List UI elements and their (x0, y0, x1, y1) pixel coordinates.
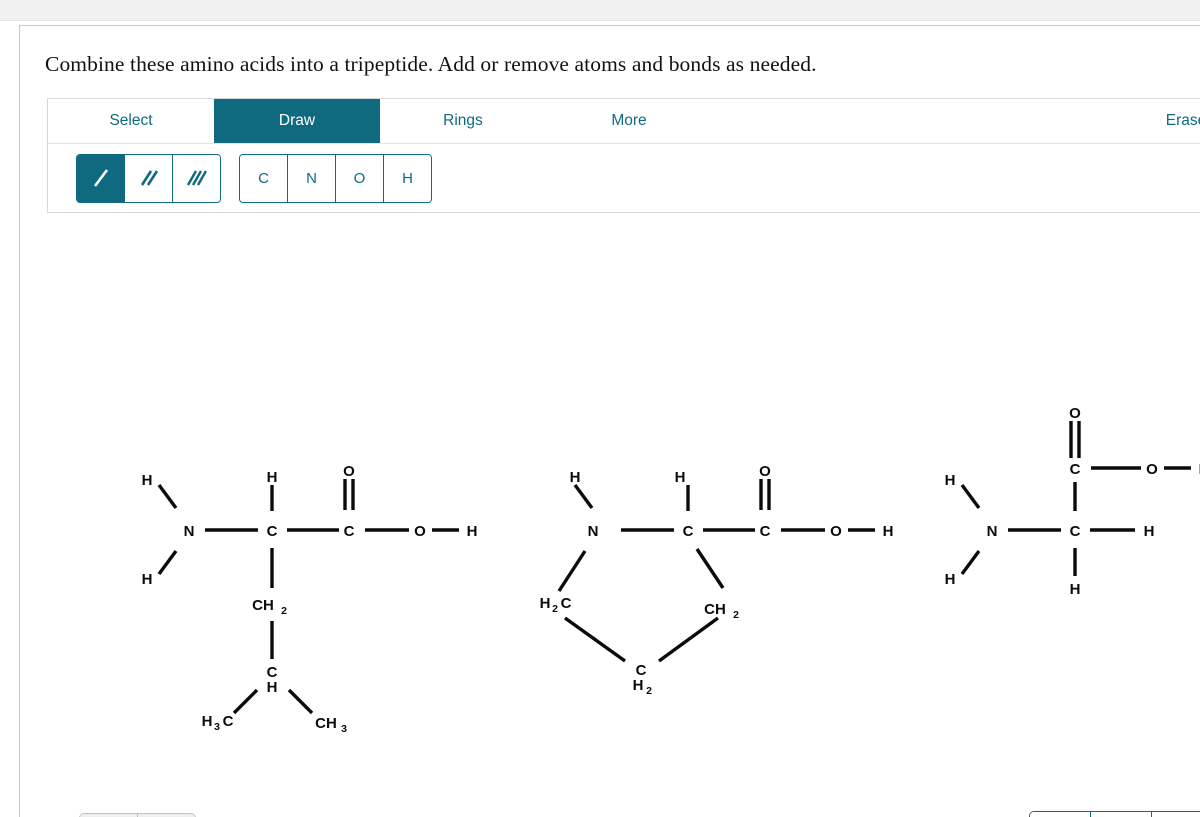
atom-label-n-h-top: H (142, 472, 153, 489)
atom-label-alpha-c: C (267, 523, 278, 540)
element-tool-group: C N O H (239, 153, 432, 203)
atom-label-pro-hydroxyl-o: O (830, 523, 842, 540)
bond-pro-ringleft-ringbottom (564, 616, 626, 663)
atom-label-pro-n-h: H (570, 469, 581, 486)
molecule-drawing-area: H H N H C O C O H CH 2 C H H 3 C CH 3 H … (142, 405, 1200, 735)
tab-select[interactable]: Select (48, 99, 214, 143)
toolbar-tabs: Select Draw Rings More Erase (48, 99, 1200, 144)
tab-erase[interactable]: Erase (1111, 99, 1200, 143)
svg-text:CH: CH (315, 715, 337, 732)
atom-label-gly-hydroxyl-o: O (1146, 461, 1158, 478)
atom-label-pro-hydroxyl-h: H (883, 523, 894, 540)
svg-text:H: H (540, 595, 551, 612)
history-toolbar (79, 813, 196, 817)
atom-label-gly-n-h-top: H (945, 472, 956, 489)
atom-label-carbonyl-c: C (344, 523, 355, 540)
atom-label-gly-alpha-h-bottom: H (1070, 581, 1081, 598)
svg-text:3: 3 (341, 723, 347, 735)
atom-label-methyl-left: H 3 C (202, 713, 234, 733)
atom-label-gly-n-h-bottom: H (945, 571, 956, 588)
svg-text:CH: CH (704, 601, 726, 618)
atom-label-gly-alpha-h-right: H (1144, 523, 1155, 540)
element-button-n[interactable]: N (288, 154, 336, 202)
atom-label-gly-n: N (987, 523, 998, 540)
bond-n-h-top (157, 483, 178, 510)
svg-text:2: 2 (552, 603, 558, 615)
bond-gly-n-h-top (960, 483, 981, 510)
double-bond-icon (140, 170, 158, 186)
svg-text:H: H (202, 713, 213, 730)
reset-view-button[interactable] (1091, 812, 1152, 817)
triple-bond-icon (186, 170, 207, 186)
drawing-toolbar: Select Draw Rings More Erase (47, 98, 1200, 213)
svg-text:2: 2 (281, 605, 287, 617)
atom-label-pro-n: N (588, 523, 599, 540)
bond-pro-ringright-ringbottom (657, 616, 720, 663)
element-button-c[interactable]: C (240, 154, 288, 202)
tab-draw[interactable]: Draw (214, 99, 380, 143)
toolbar-tools: C N O H Atom Decorations (48, 144, 1200, 212)
atom-label-side-c-h: H (267, 679, 278, 696)
top-strip-divider (0, 20, 1200, 21)
atom-label-carbonyl-o: O (343, 463, 355, 480)
atom-label-pro-carbonyl-c: C (760, 523, 771, 540)
atom-label-hydroxyl-h: H (467, 523, 478, 540)
double-bond-button[interactable] (125, 154, 173, 202)
svg-text:C: C (561, 595, 572, 612)
atom-label-gly-alpha-c: C (1070, 523, 1081, 540)
svg-text:CH: CH (252, 597, 274, 614)
page-root: Combine these amino acids into a tripept… (0, 0, 1200, 817)
atom-label-alpha-h: H (267, 469, 278, 486)
atom-label-hydroxyl-o: O (414, 523, 426, 540)
tab-rings[interactable]: Rings (380, 99, 546, 143)
zoom-out-button[interactable] (1152, 812, 1200, 817)
page-title: Combine these amino acids into a tripept… (45, 52, 817, 76)
element-button-o[interactable]: O (336, 154, 384, 202)
structure-leucine[interactable]: H H N H C O C O H CH 2 C H H 3 C CH 3 (142, 463, 478, 735)
bond-c-methyl-right (287, 688, 314, 715)
atom-label-pro-ring-right: CH 2 (704, 601, 739, 621)
bond-pro-n-ringleft (557, 550, 587, 592)
atom-label-methyl-right: CH 3 (315, 715, 347, 735)
triple-bond-button[interactable] (173, 154, 220, 202)
svg-text:H: H (633, 677, 644, 694)
svg-text:2: 2 (646, 685, 652, 697)
svg-text:2: 2 (733, 609, 739, 621)
svg-text:3: 3 (214, 721, 220, 733)
atom-label-pro-carbonyl-o: O (759, 463, 771, 480)
svg-text:C: C (223, 713, 234, 730)
element-button-h[interactable]: H (384, 154, 431, 202)
atom-label-side-ch2: CH 2 (252, 597, 287, 617)
browser-top-strip (0, 0, 1200, 20)
atom-label-pro-ring-bottom: C H 2 (633, 662, 653, 697)
atom-label-pro-ring-left: H 2 C (540, 595, 572, 615)
bond-gly-n-h-bottom (960, 549, 981, 576)
atom-label-n-h-bottom: H (142, 571, 153, 588)
structure-proline[interactable]: H N H C O C O H H 2 C CH 2 C H 2 (540, 463, 894, 697)
atom-label-pro-alpha-c: C (683, 523, 694, 540)
bond-tool-group (76, 153, 221, 203)
structure-glycine[interactable]: H H N C H H O C O H (945, 405, 1200, 598)
atom-label-pro-alpha-h: H (675, 469, 686, 486)
molecule-canvas[interactable]: H H N H C O C O H CH 2 C H H 3 C CH 3 H … (47, 236, 1200, 796)
bond-pro-n-h (573, 483, 594, 510)
single-bond-icon (93, 169, 108, 187)
atom-label-n: N (184, 523, 195, 540)
atom-label-gly-carbonyl-c: C (1070, 461, 1081, 478)
bond-pro-calpha-ringright (695, 548, 725, 589)
zoom-in-button[interactable] (1030, 812, 1091, 817)
view-toolbar (1029, 811, 1200, 817)
atom-label-gly-carbonyl-o: O (1069, 405, 1081, 422)
bond-n-h-bottom (157, 549, 178, 576)
tab-more[interactable]: More (546, 99, 712, 143)
bond-c-methyl-left (232, 688, 259, 715)
single-bond-button[interactable] (77, 154, 125, 202)
exercise-card: Combine these amino acids into a tripept… (19, 25, 1200, 817)
tabs-spacer (712, 99, 1111, 143)
